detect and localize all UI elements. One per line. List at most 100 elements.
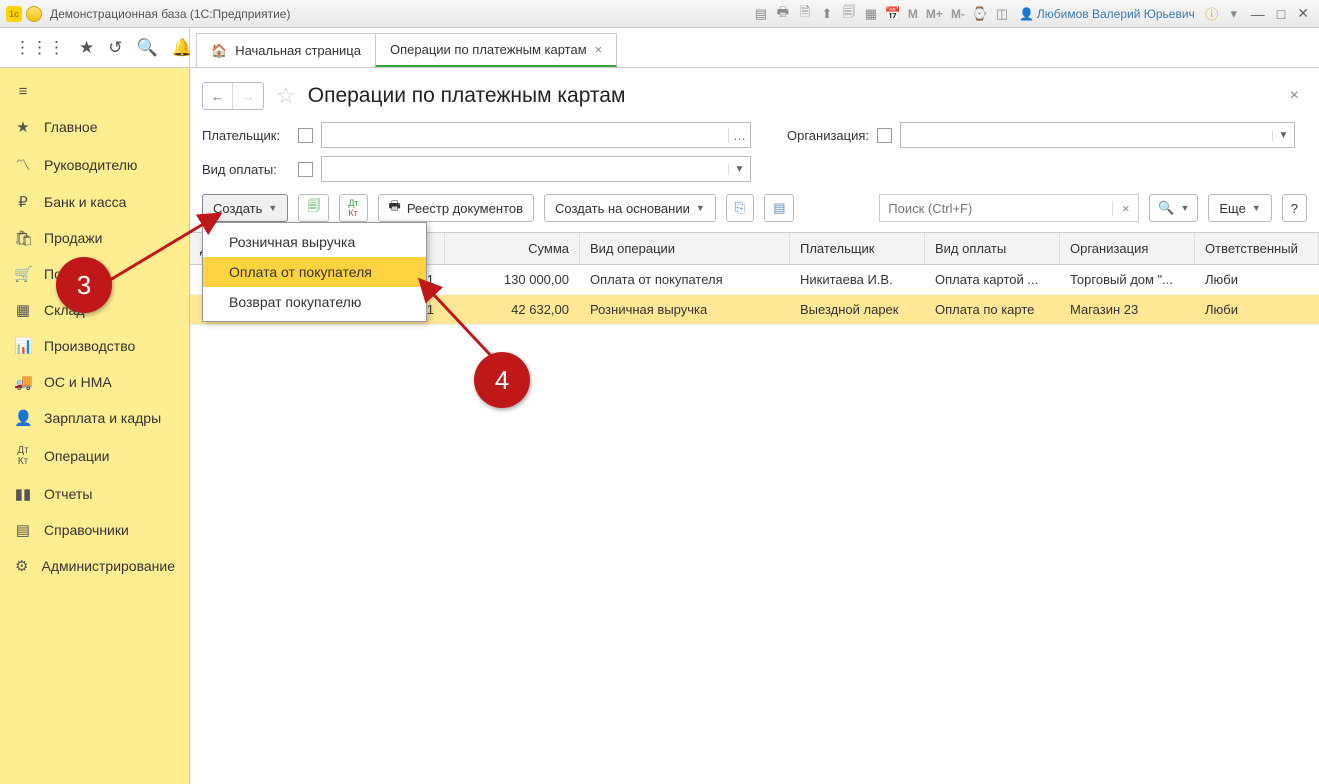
chevron-down-icon: ▼ [268, 203, 277, 213]
dropdown-item-customer-payment[interactable]: Оплата от покупателя [203, 257, 426, 287]
chevron-down-icon[interactable]: ▼ [728, 164, 750, 175]
dropdown-icon[interactable]: ▾ [1225, 6, 1243, 22]
export-icon[interactable]: ⬆ [818, 6, 836, 22]
help-button[interactable]: ? [1282, 194, 1307, 222]
time-icon[interactable]: ⌚ [971, 6, 989, 22]
registry-button[interactable]: 🖶 Реестр документов [378, 194, 534, 222]
sidebar-item-sales[interactable]: 🛍Продажи [0, 220, 189, 256]
filter-payer-checkbox[interactable] [298, 128, 313, 143]
sidebar-item-hr[interactable]: 👤Зарплата и кадры [0, 400, 189, 436]
col-sum[interactable]: Сумма [445, 233, 580, 264]
filter-org-checkbox[interactable] [877, 128, 892, 143]
nav-back-button[interactable]: ← [203, 83, 233, 109]
sidebar-item-operations[interactable]: ДтКтОперации [0, 436, 189, 476]
cell: Оплата картой ... [925, 265, 1060, 294]
info-icon[interactable]: ⓘ [1203, 4, 1221, 23]
user-label[interactable]: 👤Любимов Валерий Юрьевич [1019, 7, 1195, 21]
copy-icon[interactable]: 🗐 [840, 3, 858, 25]
calc-icon[interactable]: ▦ [862, 6, 880, 22]
filter-paytype-label: Вид оплаты: [202, 162, 290, 177]
dropdown-item-return[interactable]: Возврат покупателю [203, 287, 426, 317]
tab-close-icon[interactable]: × [595, 42, 603, 57]
toolbar-icon[interactable]: ▤ [752, 6, 770, 22]
search-icon: 🔍 [1158, 200, 1174, 216]
ellipsis-icon[interactable]: … [728, 128, 750, 143]
sidebar-label: Производство [44, 338, 135, 354]
annotation-badge-4: 4 [474, 352, 530, 408]
maximize-button[interactable]: □ [1273, 6, 1289, 22]
sidebar-burger[interactable]: ≡ [0, 74, 189, 109]
sidebar-item-catalogs[interactable]: ▤Справочники [0, 512, 189, 548]
col-resp[interactable]: Ответственный [1195, 233, 1319, 264]
tab-operations[interactable]: Операции по платежным картам × [375, 33, 617, 67]
dtkt-button[interactable]: ДтКт [339, 194, 367, 222]
factory-icon: 📊 [14, 337, 32, 355]
more-button[interactable]: Еще▼ [1208, 194, 1271, 222]
col-payer[interactable]: Плательщик [790, 233, 925, 264]
create-button[interactable]: Создать ▼ [202, 194, 288, 222]
boxes-icon: ▦ [14, 301, 32, 319]
search-icon[interactable]: 🔍 [137, 38, 158, 58]
favorite-star-icon[interactable]: ☆ [276, 83, 296, 109]
dropdown-toggle-icon[interactable] [26, 6, 42, 22]
page-close-icon[interactable]: × [1290, 87, 1299, 105]
m-button[interactable]: M [906, 7, 920, 21]
tree-button[interactable]: ⎘ [726, 194, 754, 222]
burger-icon: ≡ [14, 83, 32, 100]
nav-buttons: ← → [202, 82, 264, 110]
sidebar-item-manager[interactable]: 〽Руководителю [0, 145, 189, 184]
sidebar-item-main[interactable]: ★Главное [0, 109, 189, 145]
filter-paytype-checkbox[interactable] [298, 162, 313, 177]
based-on-button[interactable]: Создать на основании ▼ [544, 194, 716, 222]
sidebar-item-reports[interactable]: ▮▮Отчеты [0, 476, 189, 512]
list-icon: ▤ [14, 521, 32, 539]
tree-icon: ⎘ [735, 200, 745, 216]
page-header: ← → ☆ Операции по платежным картам × [190, 68, 1319, 122]
print-icon[interactable]: 🖶 [774, 3, 792, 25]
chevron-down-icon[interactable]: ▼ [1272, 130, 1294, 141]
main-content: ← → ☆ Операции по платежным картам × Пла… [190, 68, 1319, 784]
sidebar-item-production[interactable]: 📊 Производство [0, 328, 189, 364]
col-paytype[interactable]: Вид оплаты [925, 233, 1060, 264]
person-icon: 👤 [14, 409, 32, 427]
list-icon: ▤ [773, 200, 785, 216]
tab-home[interactable]: 🏠 Начальная страница [196, 33, 376, 67]
copy-button[interactable]: 🗐 [298, 194, 329, 222]
panel-icon[interactable]: ◫ [993, 6, 1011, 22]
titlebar: 1c Демонстрационная база (1С:Предприятие… [0, 0, 1319, 28]
sidebar-item-os[interactable]: 🚚ОС и НМА [0, 364, 189, 400]
find-button[interactable]: 🔍▼ [1149, 194, 1198, 222]
sidebar-label: Продажи [44, 230, 102, 246]
apps-icon[interactable]: ⋮⋮⋮ [14, 38, 65, 58]
clear-search-icon[interactable]: × [1112, 201, 1138, 216]
close-button[interactable]: ✕ [1293, 5, 1313, 22]
star-icon[interactable]: ★ [79, 38, 94, 58]
create-label: Создать [213, 201, 262, 216]
filter-paytype-combo[interactable]: ▼ [321, 156, 751, 182]
chevron-down-icon: ▼ [1252, 203, 1261, 213]
col-org[interactable]: Организация [1060, 233, 1195, 264]
cell: Люби [1195, 265, 1319, 294]
search-box[interactable]: × [879, 194, 1139, 222]
nav-forward-button[interactable]: → [233, 83, 263, 109]
calendar-icon[interactable]: 📅 [884, 6, 902, 22]
dropdown-item-retail[interactable]: Розничная выручка [203, 227, 426, 257]
cart-icon: 🛒 [14, 265, 32, 283]
list-button[interactable]: ▤ [764, 194, 794, 222]
history-icon[interactable]: ↺ [108, 38, 122, 58]
filter-payer-combo[interactable]: … [321, 122, 751, 148]
m-plus-button[interactable]: M+ [924, 7, 945, 21]
chevron-down-icon: ▼ [696, 203, 705, 213]
col-op[interactable]: Вид операции [580, 233, 790, 264]
sidebar-label: Банк и касса [44, 194, 126, 210]
minimize-button[interactable]: — [1247, 6, 1269, 22]
sidebar-item-bank[interactable]: ₽Банк и касса [0, 184, 189, 220]
m-minus-button[interactable]: M- [949, 7, 967, 21]
cell: 42 632,00 [445, 295, 580, 324]
help-icon: ? [1291, 201, 1298, 216]
doc-icon[interactable]: 🗎 [796, 3, 814, 25]
filter-org-combo[interactable]: ▼ [900, 122, 1295, 148]
sidebar-item-admin[interactable]: ⚙Администрирование [0, 548, 189, 584]
search-input[interactable] [880, 201, 1112, 216]
sidebar: ≡ ★Главное 〽Руководителю ₽Банк и касса 🛍… [0, 68, 190, 784]
